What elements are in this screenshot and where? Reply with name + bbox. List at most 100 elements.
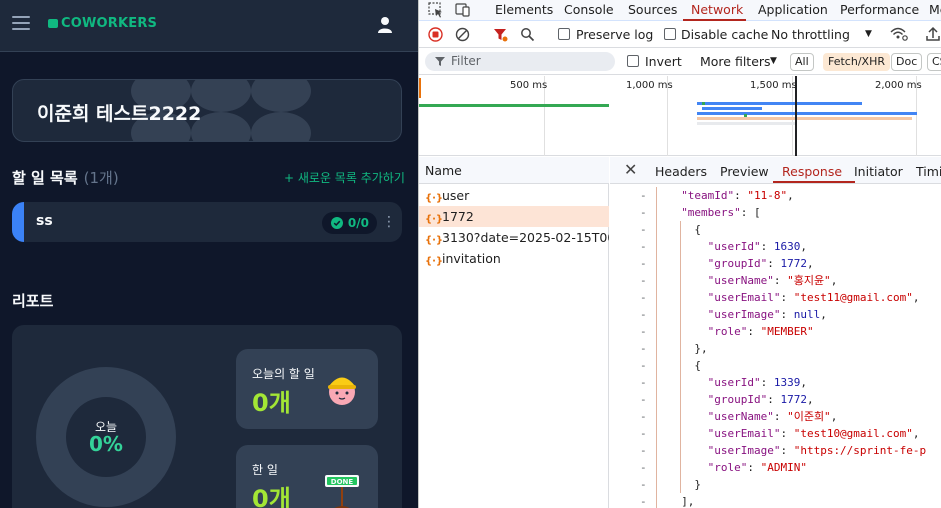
json-value: [ [754, 206, 761, 219]
filter-input[interactable]: Filter [425, 52, 615, 71]
request-row[interactable]: {·} user [419, 185, 609, 206]
request-detail-panel: ✕ Headers Preview Response Initiator Tim… [610, 157, 941, 508]
request-row[interactable]: {·}3130?date=2025-02-15T00:... [419, 227, 609, 248]
waterfall-bar [702, 102, 705, 105]
line-marker: - [640, 478, 647, 491]
add-list-button[interactable]: + 새로운 목록 추가하기 [284, 169, 405, 186]
task-list-item[interactable]: ss 0/0 ⋮ [12, 202, 402, 242]
json-value: "MEMBER" [760, 325, 814, 338]
json-key: "role" [707, 325, 748, 338]
json-value: 1630 [773, 240, 801, 253]
json-text: }, [694, 340, 707, 357]
response-line: - "groupId": 1772, [610, 255, 941, 272]
request-row-selected[interactable]: {·} 1772 [419, 206, 609, 227]
request-row[interactable]: {·} invitation [419, 248, 609, 269]
waterfall-bar [419, 104, 609, 107]
todo-heading-label: 할 일 목록 [12, 169, 78, 187]
json-value: "이준희" [787, 410, 831, 423]
detail-tab-headers[interactable]: Headers [655, 164, 707, 179]
chip-css[interactable]: CS [927, 53, 941, 71]
done-sign-icon: DONE [325, 475, 359, 508]
waterfall-bar [697, 122, 797, 125]
line-marker: - [640, 274, 647, 287]
chip-all[interactable]: All [790, 53, 814, 71]
json-text: "teamId": "11-8", [681, 189, 794, 202]
json-text: "userEmail": "test11@gmail.com", [707, 291, 920, 304]
preserve-log-checkbox[interactable] [558, 28, 570, 40]
clear-icon[interactable] [455, 27, 470, 42]
brand-logo[interactable]: COWORKERS [48, 16, 157, 31]
response-line: -}, [610, 340, 941, 357]
stat-card-today: 오늘의 할 일 0개 [236, 349, 378, 429]
network-conditions-icon[interactable] [890, 26, 908, 42]
network-timeline[interactable]: 500 ms 1,000 ms 1,500 ms 2,000 ms [419, 76, 941, 156]
throttling-select[interactable]: No throttling [771, 27, 850, 42]
response-body[interactable]: - "teamId": "11-8", - "members": [-{- "userI… [610, 184, 941, 508]
disable-cache-checkbox[interactable] [664, 28, 676, 40]
line-marker: - [640, 342, 647, 355]
stat-value: 0개 [252, 485, 291, 508]
team-card: 이준희 테스트2222 [12, 79, 402, 142]
detail-tab-timing[interactable]: Timi [916, 164, 941, 179]
user-icon[interactable] [377, 16, 393, 33]
json-key: "role" [707, 461, 748, 474]
detail-tab-preview[interactable]: Preview [720, 164, 769, 179]
stat-label: 오늘의 할 일 [252, 367, 315, 381]
line-marker: - [640, 291, 647, 304]
json-key: "userEmail" [707, 291, 781, 304]
stat-value: 0개 [252, 389, 291, 417]
inspect-icon[interactable] [427, 0, 445, 20]
response-line: - "groupId": 1772, [610, 391, 941, 408]
line-marker: - [640, 376, 647, 389]
task-progress-text: 0/0 [347, 216, 369, 230]
tab-sources[interactable]: Sources [628, 2, 677, 17]
json-text: } [694, 476, 701, 493]
waterfall-bar [697, 117, 912, 120]
json-value: 1339 [773, 376, 801, 389]
close-icon[interactable]: ✕ [624, 160, 637, 179]
chip-doc[interactable]: Doc [891, 53, 923, 71]
json-text: "userImage": null, [707, 308, 827, 321]
tab-performance[interactable]: Performance [840, 2, 919, 17]
chevron-down-icon[interactable]: ▼ [770, 56, 777, 66]
json-text: "role": "MEMBER" [707, 325, 814, 338]
line-marker: - [640, 308, 647, 321]
fetch-icon: {·} [425, 193, 444, 204]
filter-funnel-icon[interactable] [493, 27, 508, 42]
json-value: "홍지윤" [787, 274, 831, 287]
request-list: Name {·} user {·} 1772 {·} 3130?date=2025-0… [419, 157, 609, 508]
task-color-bar [12, 202, 24, 242]
json-key: "members" [681, 206, 741, 219]
stat-label: 한 일 [252, 463, 278, 477]
record-icon[interactable] [428, 27, 443, 42]
tab-network[interactable]: Network [691, 2, 743, 17]
fetch-icon: {·} [425, 214, 444, 225]
chevron-down-icon[interactable]: ▼ [865, 29, 872, 39]
brand-name: COWORKERS [61, 16, 158, 31]
json-value: null [793, 308, 821, 321]
tab-elements[interactable]: Elements [495, 2, 553, 17]
detail-tab-initiator[interactable]: Initiator [854, 164, 903, 179]
line-marker: - [640, 206, 647, 219]
invert-checkbox[interactable] [627, 55, 639, 67]
invert-label: Invert [645, 54, 682, 69]
report-heading: 리포트 [12, 292, 54, 310]
todo-count: (1개) [83, 169, 119, 187]
search-icon[interactable] [520, 27, 535, 42]
tab-application[interactable]: Application [758, 2, 828, 17]
json-text: "groupId": 1772, [707, 393, 814, 406]
name-column-header[interactable]: Name [419, 157, 609, 184]
response-line: - "role": "MEMBER" [610, 323, 941, 340]
tab-console[interactable]: Console [564, 2, 614, 17]
line-marker: - [640, 461, 647, 474]
more-filters-dropdown[interactable]: More filters [700, 54, 771, 69]
line-marker: - [640, 257, 647, 270]
more-options-icon[interactable]: ⋮ [382, 213, 396, 231]
tab-memory[interactable]: Me [929, 2, 941, 17]
chip-fetch-xhr[interactable]: Fetch/XHR [823, 53, 890, 71]
json-text: "members": [ [681, 206, 761, 219]
import-har-icon[interactable] [926, 26, 940, 42]
detail-tab-response[interactable]: Response [782, 164, 842, 179]
menu-icon[interactable] [12, 16, 30, 30]
device-toolbar-icon[interactable] [454, 0, 472, 20]
